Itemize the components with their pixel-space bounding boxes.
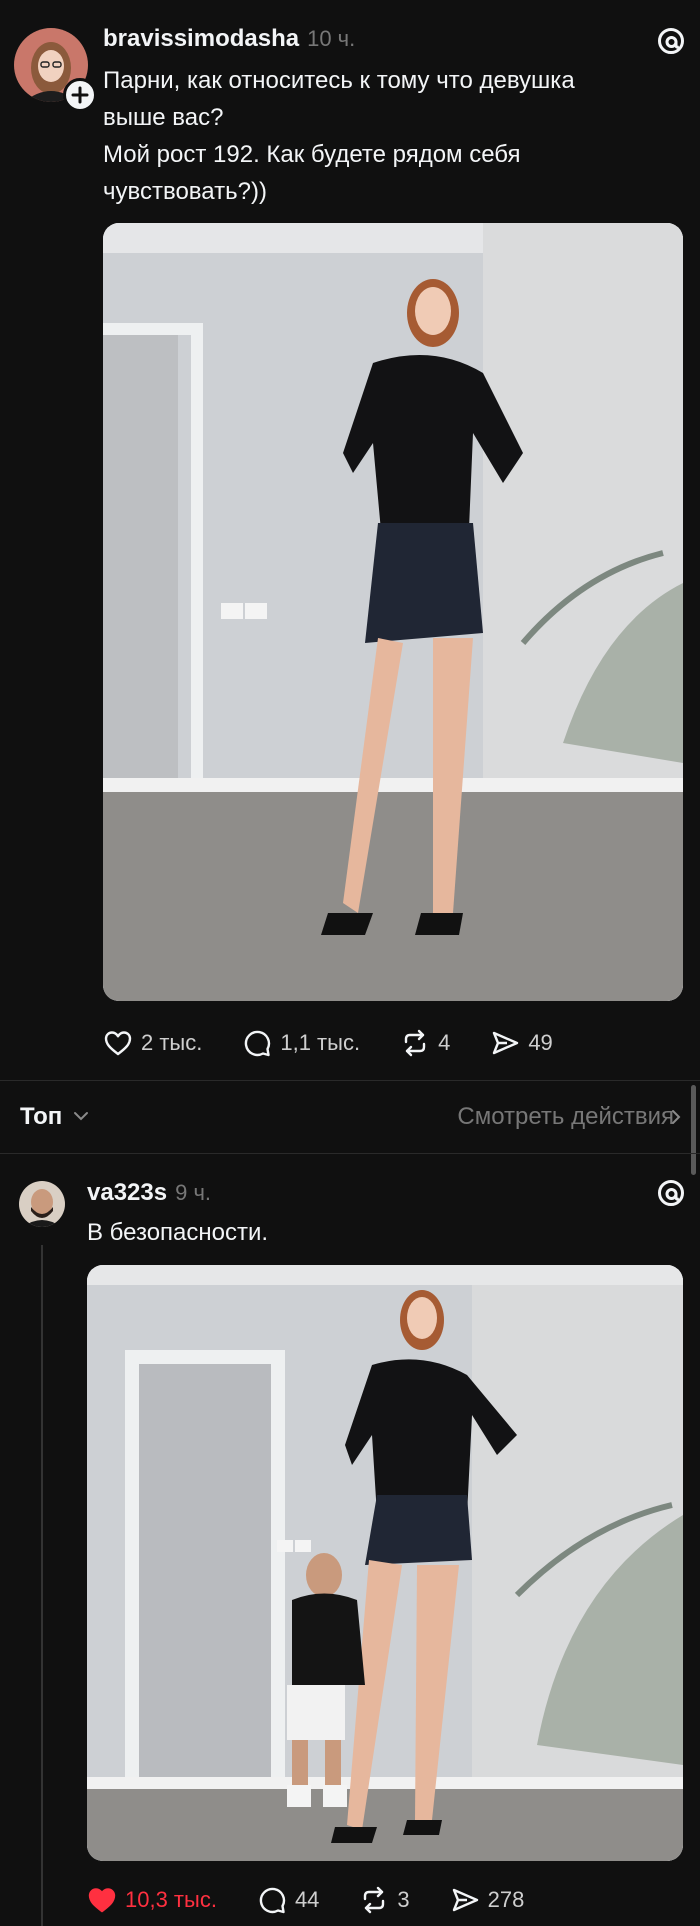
share-count: 278	[487, 1887, 525, 1912]
like-button[interactable]: 2 тыс.	[103, 1029, 202, 1057]
share-count: 49	[528, 1030, 553, 1055]
repost-icon	[364, 1886, 385, 1914]
post-image[interactable]	[103, 223, 683, 1001]
post-header: bravissimodasha 10 ч.	[103, 25, 355, 53]
divider	[0, 1153, 700, 1154]
chevron-right-icon[interactable]	[668, 1109, 684, 1125]
like-button[interactable]: 10,3 тыс.	[87, 1886, 217, 1914]
send-icon	[493, 1031, 519, 1055]
post-text: В безопасности.	[87, 1219, 269, 1246]
timestamp: 10 ч.	[307, 26, 356, 51]
share-button[interactable]: 49	[490, 1028, 553, 1058]
heart-filled-icon	[88, 1888, 116, 1913]
share-button[interactable]: 278	[450, 1885, 525, 1915]
replies-sort-bar: Топ Смотреть действия	[0, 1081, 700, 1153]
scrollbar[interactable]	[691, 1085, 696, 1175]
threads-logo-icon[interactable]	[656, 26, 686, 56]
comment-button[interactable]: 44	[257, 1885, 319, 1915]
threads-logo-icon[interactable]	[656, 1178, 686, 1208]
post-text: Парни, как относитесь к тому что девушка…	[103, 67, 575, 205]
sort-dropdown[interactable]: Топ	[20, 1103, 62, 1131]
comment-count: 44	[294, 1887, 320, 1912]
comment-count: 1,1 тыс.	[280, 1030, 361, 1055]
send-icon	[452, 1888, 478, 1912]
timestamp: 9 ч.	[175, 1180, 212, 1205]
repost-count: 3	[397, 1887, 410, 1912]
repost-button[interactable]: 4	[400, 1028, 450, 1058]
repost-icon	[404, 1029, 426, 1057]
username[interactable]: bravissimodasha	[103, 25, 299, 52]
post-header: va323s 9 ч.	[87, 1179, 211, 1207]
repost-count: 4	[438, 1030, 451, 1055]
heart-icon	[104, 1031, 132, 1056]
thread-line	[41, 1245, 43, 1926]
like-count: 10,3 тыс.	[125, 1887, 217, 1912]
chevron-down-icon[interactable]	[72, 1107, 90, 1125]
view-activity-link[interactable]: Смотреть действия	[457, 1103, 674, 1131]
like-count: 2 тыс.	[141, 1030, 203, 1055]
follow-plus-icon[interactable]	[63, 78, 97, 112]
username[interactable]: va323s	[87, 1179, 167, 1206]
post-actions: 10,3 тыс. 44 3 278	[87, 1885, 564, 1915]
comment-icon	[259, 1887, 286, 1914]
avatar[interactable]	[19, 1181, 65, 1227]
comment-button[interactable]: 1,1 тыс.	[242, 1028, 360, 1058]
repost-button[interactable]: 3	[359, 1885, 410, 1915]
comment-icon	[245, 1030, 271, 1057]
post-actions: 2 тыс. 1,1 тыс. 4 49	[103, 1028, 593, 1058]
post-image[interactable]	[87, 1265, 683, 1861]
